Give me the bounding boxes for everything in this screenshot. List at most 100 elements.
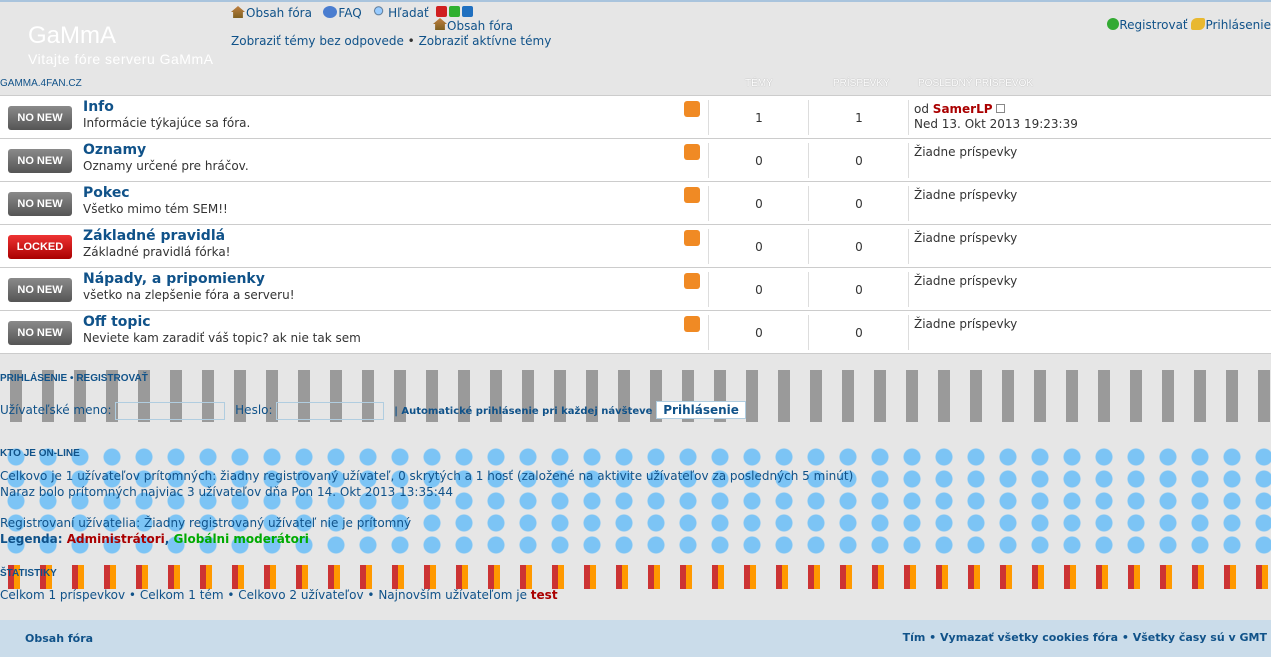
forum-status-badge: NO NEW xyxy=(8,321,72,345)
last-post-user-link[interactable]: SamerLP xyxy=(933,102,993,116)
home-icon xyxy=(433,18,447,30)
posts-count: 0 xyxy=(855,197,863,211)
divider xyxy=(908,272,909,307)
col-posts-header: PRÍSPEVKY xyxy=(833,78,890,89)
forum-status-badge: LOCKED xyxy=(8,235,72,259)
no-posts-text: Žiadne príspevky xyxy=(914,145,1018,159)
divider xyxy=(908,315,909,350)
topics-count: 0 xyxy=(755,197,763,211)
stats-heading: ŠTATISTIKY xyxy=(0,568,57,579)
no-posts-text: Žiadne príspevky xyxy=(914,274,1018,288)
login-heading-link[interactable]: PRIHLÁSENIE xyxy=(0,373,67,384)
divider xyxy=(908,100,909,135)
col-last-post-header: POSLEDNÝ PRÍSPEVOK xyxy=(918,78,1034,89)
forum-title-link[interactable]: Info xyxy=(83,99,114,115)
timezone-text: Všetky časy sú v GMT xyxy=(1132,631,1267,644)
last-post-by: od xyxy=(914,102,929,116)
forum-row: LOCKED Základné pravidlá Základné pravid… xyxy=(0,225,1271,268)
legend-admins-link[interactable]: Administrátori xyxy=(67,532,165,546)
info-icon xyxy=(323,6,338,18)
username-input[interactable] xyxy=(115,401,226,420)
divider xyxy=(908,143,909,178)
forum-title-link[interactable]: Základné pravidlá xyxy=(83,228,225,244)
forum-description: Základné pravidlá fórka! xyxy=(83,245,231,259)
forum-title-link[interactable]: Oznamy xyxy=(83,142,146,158)
online-total: Celkovo je 1 užívateľov prítomných: žiad… xyxy=(0,469,854,483)
plus-icon xyxy=(1107,18,1120,30)
nav-index-link-2[interactable]: Obsah fóra xyxy=(433,18,513,33)
forum-status-badge: NO NEW xyxy=(8,149,72,173)
unanswered-link[interactable]: Zobraziť témy bez odpovede xyxy=(231,34,404,48)
active-topics-link[interactable]: Zobraziť aktívne témy xyxy=(419,34,552,48)
site-description: Vitajte fóre serveru GaMmA xyxy=(28,51,214,67)
newest-user-link[interactable]: test xyxy=(531,588,558,602)
rss-icon[interactable] xyxy=(684,316,700,332)
forum-row: NO NEW Off topic Neviete kam zaradiť váš… xyxy=(0,311,1271,354)
home-icon xyxy=(231,6,245,18)
register-link[interactable]: Registrovať xyxy=(1107,18,1188,32)
footer-index-link[interactable]: Obsah fóra xyxy=(25,632,93,645)
site-name: GaMmA xyxy=(28,22,117,49)
auto-login-checkbox-label[interactable]: Automatické prihlásenie pri každej návšt… xyxy=(401,406,652,417)
online-heading: KTO JE ON-LINE xyxy=(0,448,80,459)
separator: • xyxy=(407,34,415,48)
search-icon xyxy=(373,6,388,18)
posts-count: 0 xyxy=(855,326,863,340)
forum-row: NO NEW Info Informácie týkajúce sa fóra.… xyxy=(0,96,1271,139)
last-post: Žiadne príspevky xyxy=(914,274,1017,289)
password-label: Heslo: xyxy=(235,403,273,417)
key-icon xyxy=(1191,18,1206,30)
online-section: KTO JE ON-LINE Celkovo je 1 užívateľov p… xyxy=(0,445,1271,555)
nav-faq-label: FAQ xyxy=(338,6,362,20)
footer: Obsah fóra Tím • Vymazať všetky cookies … xyxy=(0,620,1271,657)
team-link[interactable]: Tím xyxy=(903,631,926,644)
last-post: od SamerLP Ned 13. Okt 2013 19:23:39 xyxy=(914,102,1078,132)
legend-mods-link[interactable]: Globálni moderátori xyxy=(174,532,309,546)
rss-icon[interactable] xyxy=(684,230,700,246)
last-post: Žiadne príspevky xyxy=(914,317,1017,332)
login-label: Prihlásenie xyxy=(1205,18,1271,32)
topics-count: 0 xyxy=(755,240,763,254)
style-red-button[interactable] xyxy=(436,6,448,17)
nav-index2-label: Obsah fóra xyxy=(447,19,513,33)
forum-description: všetko na zlepšenie fóra a serveru! xyxy=(83,288,295,302)
forum-status-badge: NO NEW xyxy=(8,192,72,216)
username-label: Užívateľské meno: xyxy=(0,403,112,417)
last-post: Žiadne príspevky xyxy=(914,188,1017,203)
rss-icon[interactable] xyxy=(684,101,700,117)
delete-cookies-link[interactable]: Vymazať všetky cookies fóra xyxy=(940,631,1118,644)
user-nav: Registrovať Prihlásenie xyxy=(1107,18,1271,32)
login-link[interactable]: Prihlásenie xyxy=(1191,18,1271,32)
view-latest-post-icon[interactable] xyxy=(996,104,1006,113)
style-green-button[interactable] xyxy=(449,6,461,17)
register-heading-link[interactable]: REGISTROVAŤ xyxy=(76,373,147,384)
topics-count: 1 xyxy=(755,111,763,125)
nav-search-link[interactable]: Hľadať xyxy=(373,6,429,20)
forum-status-badge: NO NEW xyxy=(8,278,72,302)
rss-icon[interactable] xyxy=(684,273,700,289)
forum-title-link[interactable]: Nápady, a pripomienky xyxy=(83,271,265,287)
style-blue-button[interactable] xyxy=(462,6,474,17)
top-border xyxy=(0,0,1271,2)
stats-section: ŠTATISTIKY Celkom 1 príspevkov • Celkom … xyxy=(0,565,1271,605)
rss-icon[interactable] xyxy=(684,144,700,160)
forum-description: Informácie týkajúce sa fóra. xyxy=(83,116,251,130)
login-submit-button[interactable]: Prihlásenie xyxy=(656,401,746,419)
last-post-date: Ned 13. Okt 2013 19:23:39 xyxy=(914,117,1078,131)
divider xyxy=(908,229,909,264)
forum-title-link[interactable]: Off topic xyxy=(83,314,151,330)
breadcrumb[interactable]: GAMMA.4FAN.CZ xyxy=(0,78,82,89)
nav-index-label: Obsah fóra xyxy=(246,6,312,20)
nav-faq-link[interactable]: FAQ xyxy=(323,6,362,20)
topics-count: 0 xyxy=(755,154,763,168)
forum-status-badge: NO NEW xyxy=(8,106,72,130)
divider xyxy=(908,186,909,221)
register-label: Registrovať xyxy=(1119,18,1188,32)
online-record: Naraz bolo prítomných najviac 3 užívateľ… xyxy=(0,485,454,499)
forum-title-link[interactable]: Pokec xyxy=(83,185,130,201)
rss-icon[interactable] xyxy=(684,187,700,203)
nav-index-link[interactable]: Obsah fóra xyxy=(231,6,312,20)
password-input[interactable] xyxy=(276,401,385,420)
no-posts-text: Žiadne príspevky xyxy=(914,188,1018,202)
nav-index2-link[interactable]: Obsah fóra xyxy=(433,18,513,33)
